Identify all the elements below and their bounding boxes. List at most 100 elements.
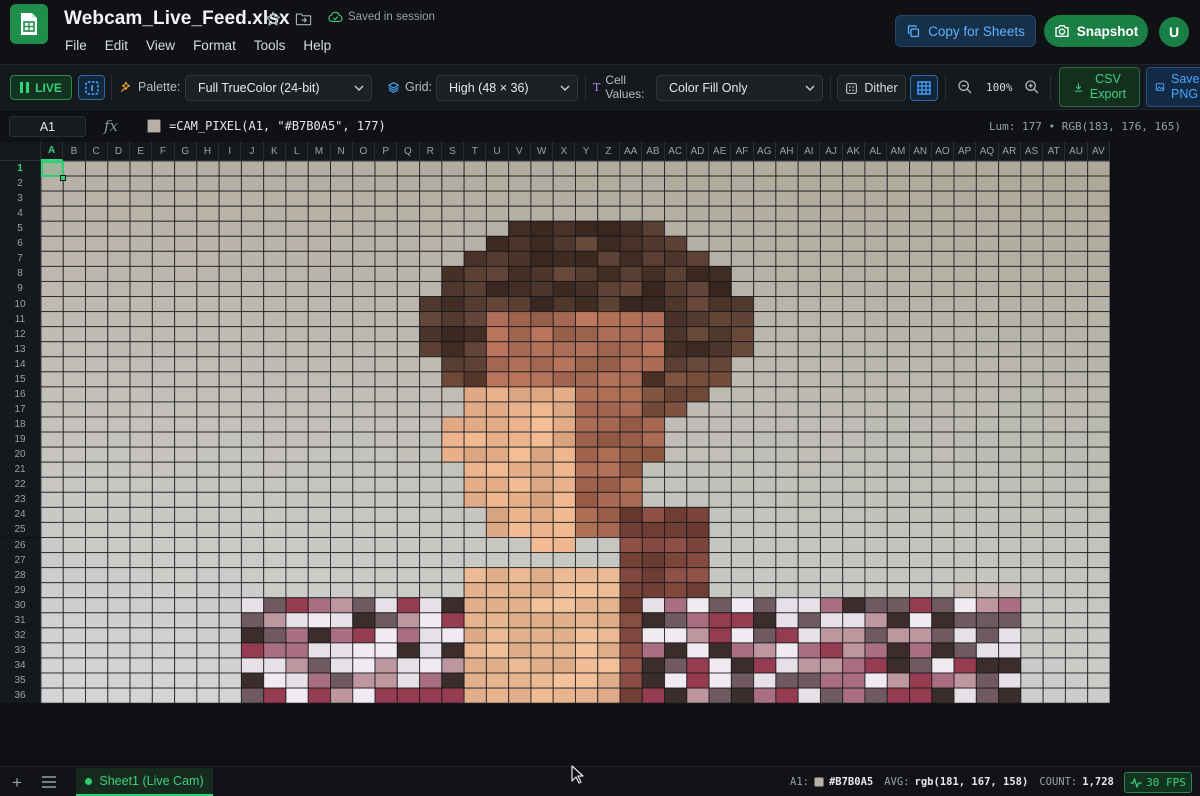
pixel-cell[interactable] [508,296,532,313]
pixel-cell[interactable] [285,657,309,674]
pixel-cell[interactable] [864,250,888,267]
pixel-cell[interactable] [196,265,220,282]
pixel-cell[interactable] [686,446,710,463]
pixel-cell[interactable] [62,356,87,373]
pixel-cell[interactable] [1064,446,1089,463]
pixel-cell[interactable] [864,371,888,388]
pixel-cell[interactable] [1087,341,1110,358]
zoom-out-icon[interactable] [957,79,973,95]
pixel-cell[interactable] [1020,326,1044,343]
pixel-cell[interactable] [62,205,87,222]
pixel-cell[interactable] [1087,687,1110,704]
pixel-cell[interactable] [263,567,287,584]
pixel-cell[interactable] [263,491,287,508]
pixel-cell[interactable] [1087,371,1110,388]
pixel-cell[interactable] [998,220,1022,237]
pixel-cell[interactable] [1042,567,1066,584]
pixel-cell[interactable] [552,627,576,644]
pixel-cell[interactable] [485,597,510,614]
pixel-cell[interactable] [441,491,465,508]
pixel-cell[interactable] [1042,627,1066,644]
pixel-cell[interactable] [574,612,599,629]
pixel-cell[interactable] [797,612,821,629]
column-header-v[interactable]: V [508,142,531,161]
pixel-cell[interactable] [485,265,510,282]
pixel-cell[interactable] [463,386,487,403]
pixel-cell[interactable] [374,446,398,463]
pixel-cell[interactable] [998,687,1022,704]
pixel-cell[interactable] [574,521,599,539]
pixel-cell[interactable] [218,341,242,358]
row-header-19[interactable]: 19 [0,432,41,448]
pixel-cell[interactable] [597,687,621,704]
pixel-cell[interactable] [307,161,332,177]
column-header-ah[interactable]: AH [775,142,799,161]
pixel-cell[interactable] [730,491,755,508]
pixel-cell[interactable] [352,461,376,478]
pixel-cell[interactable] [1087,642,1110,659]
pixel-cell[interactable] [730,431,755,448]
pixel-cell[interactable] [285,642,309,659]
pixel-cell[interactable] [975,265,1000,282]
pixel-cell[interactable] [62,326,87,343]
column-header-j[interactable]: J [241,142,264,161]
pixel-cell[interactable] [753,296,777,313]
pixel-cell[interactable] [953,552,977,569]
pixel-cell[interactable] [998,296,1022,313]
pixel-cell[interactable] [975,521,1000,539]
pixel-cell[interactable] [641,687,666,704]
pixel-cell[interactable] [307,386,332,403]
pixel-cell[interactable] [396,371,421,388]
pixel-cell[interactable] [240,446,265,463]
pixel-cell[interactable] [708,280,732,298]
pixel-cell[interactable] [374,311,398,328]
pixel-cell[interactable] [129,220,153,237]
menu-format[interactable]: Format [193,38,236,53]
pixel-cell[interactable] [1064,341,1089,358]
pixel-cell[interactable] [307,597,332,614]
pixel-cell[interactable] [285,612,309,629]
pixel-cell[interactable] [597,491,621,508]
pixel-cell[interactable] [129,311,153,328]
pixel-cell[interactable] [307,461,332,478]
pixel-cell[interactable] [708,235,732,252]
pixel-cell[interactable] [708,326,732,343]
pixel-cell[interactable] [797,491,821,508]
pixel-cell[interactable] [664,296,688,313]
pixel-cell[interactable] [886,220,911,237]
pixel-cell[interactable] [419,446,443,463]
pixel-cell[interactable] [530,612,554,629]
pixel-cell[interactable] [374,356,398,373]
pixel-cell[interactable] [819,642,844,659]
pixel-cell[interactable] [352,401,376,418]
pixel-cell[interactable] [62,371,87,388]
pixel-cell[interactable] [85,371,109,388]
pixel-cell[interactable] [819,386,844,403]
column-header-w[interactable]: W [530,142,554,161]
pixel-cell[interactable] [419,265,443,282]
pixel-cell[interactable] [619,657,643,674]
menu-view[interactable]: View [146,38,175,53]
pixel-cell[interactable] [218,567,242,584]
pixel-cell[interactable] [330,672,354,689]
pixel-cell[interactable] [419,280,443,298]
pixel-cell[interactable] [419,627,443,644]
pixel-cell[interactable] [842,205,866,222]
pixel-cell[interactable] [218,371,242,388]
pixel-cell[interactable] [129,521,153,539]
pixel-cell[interactable] [574,205,599,222]
pixel-cell[interactable] [263,401,287,418]
pixel-cell[interactable] [998,356,1022,373]
pixel-cell[interactable] [85,250,109,267]
pixel-cell[interactable] [552,582,576,599]
pixel-cell[interactable] [41,521,64,539]
row-header-8[interactable]: 8 [0,266,41,282]
pixel-cell[interactable] [1087,537,1110,554]
pixel-cell[interactable] [619,597,643,614]
pixel-cell[interactable] [441,537,465,554]
pixel-cell[interactable] [419,657,443,674]
pixel-cell[interactable] [374,326,398,343]
pixel-cell[interactable] [463,567,487,584]
pixel-cell[interactable] [196,476,220,493]
pixel-cell[interactable] [864,235,888,252]
